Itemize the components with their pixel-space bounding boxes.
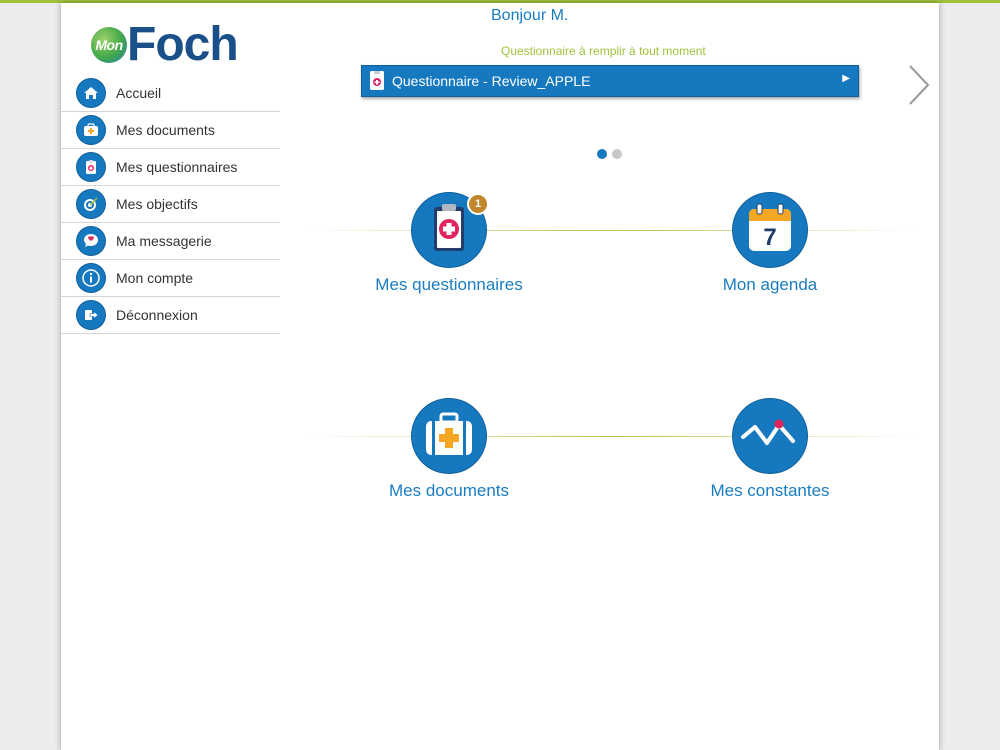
target-icon bbox=[77, 190, 105, 218]
sidebar-item-label: Mes documents bbox=[116, 122, 215, 138]
sidebar-menu: Accueil Mes documents Mes questionnaires… bbox=[61, 75, 280, 334]
sidebar-item-label: Mes objectifs bbox=[116, 196, 198, 212]
sidebar-item-label: Ma messagerie bbox=[116, 233, 212, 249]
questionnaire-banner-label: Questionnaire - Review_APPLE bbox=[392, 73, 591, 89]
questionnaire-subtitle: Questionnaire à remplir à tout moment bbox=[501, 44, 706, 58]
clipboard-icon bbox=[77, 153, 105, 181]
carousel-dot-active[interactable] bbox=[597, 149, 607, 159]
chat-heart-icon bbox=[77, 227, 105, 255]
clipboard-icon bbox=[370, 71, 384, 90]
sidebar-item-accueil[interactable]: Accueil bbox=[61, 75, 280, 112]
play-arrow-icon: ▶ bbox=[842, 73, 850, 84]
tile-label: Mes documents bbox=[389, 481, 509, 500]
tile-questionnaires[interactable]: 1 Mes questionnaires bbox=[339, 193, 559, 303]
calendar-icon: 7 bbox=[733, 193, 807, 267]
sidebar-item-label: Mon compte bbox=[116, 270, 194, 286]
logout-icon bbox=[77, 301, 105, 329]
info-icon bbox=[77, 264, 105, 292]
sidebar-item-label: Accueil bbox=[116, 85, 162, 101]
sidebar-item-compte[interactable]: Mon compte bbox=[61, 260, 280, 297]
sidebar-item-objectifs[interactable]: Mes objectifs bbox=[61, 186, 280, 223]
sidebar-item-label: Mes questionnaires bbox=[116, 159, 238, 175]
carousel-dot[interactable] bbox=[612, 149, 622, 159]
sidebar-item-questionnaires[interactable]: Mes questionnaires bbox=[61, 149, 280, 186]
carousel-next-chevron-icon[interactable] bbox=[906, 63, 932, 107]
sidebar-item-label: Déconnexion bbox=[116, 307, 198, 323]
tile-documents[interactable]: Mes documents bbox=[339, 399, 559, 509]
tile-label: Mon agenda bbox=[722, 275, 818, 294]
tile-label: Mes questionnaires bbox=[375, 275, 523, 294]
tile-constantes[interactable]: Mes constantes bbox=[660, 399, 880, 509]
vital-signs-icon bbox=[733, 399, 807, 473]
home-icon bbox=[77, 79, 105, 107]
logo-foch-text: Foch bbox=[127, 18, 239, 71]
carousel-pager bbox=[597, 149, 627, 161]
logo-mon-badge: Mon bbox=[91, 27, 127, 63]
notification-badge: 1 bbox=[467, 193, 489, 215]
calendar-day: 7 bbox=[763, 224, 776, 251]
main-page: Mon Foch Accueil Mes documents Mes quest… bbox=[61, 3, 939, 750]
greeting-text: Bonjour M. bbox=[491, 7, 569, 24]
mon-foch-logo[interactable]: Mon Foch bbox=[91, 18, 291, 71]
sidebar-item-messagerie[interactable]: Ma messagerie bbox=[61, 223, 280, 260]
medical-bag-icon bbox=[412, 399, 486, 473]
medical-bag-icon bbox=[77, 116, 105, 144]
tile-label: Mes constantes bbox=[710, 481, 830, 500]
sidebar-item-documents[interactable]: Mes documents bbox=[61, 112, 280, 149]
tile-agenda[interactable]: 7 Mon agenda bbox=[660, 193, 880, 303]
questionnaire-banner[interactable]: Questionnaire - Review_APPLE ▶ bbox=[361, 65, 859, 97]
sidebar-item-deconnexion[interactable]: Déconnexion bbox=[61, 297, 280, 334]
